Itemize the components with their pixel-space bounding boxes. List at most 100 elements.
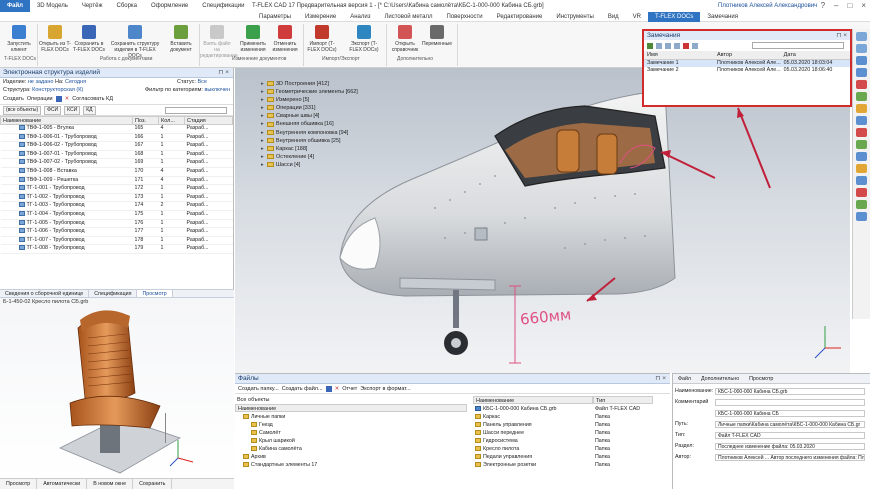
create-folder-button[interactable]: Создать папку... <box>238 386 279 392</box>
filter-icon[interactable] <box>674 42 680 49</box>
pin-icon[interactable]: ⊓ × <box>218 68 229 78</box>
settings-icon[interactable] <box>692 42 698 49</box>
close-button[interactable]: × <box>861 0 866 12</box>
grid-icon[interactable] <box>856 176 867 185</box>
insert-document-button[interactable]: Вставить документ <box>164 25 198 53</box>
table-row[interactable]: ТВФ-1-008 - Вставка 170 4 Разраб... <box>0 167 233 177</box>
menu-tab-tools[interactable]: Инструменты <box>549 12 600 22</box>
delete-icon[interactable]: ✕ <box>335 386 340 392</box>
open-from-docs-button[interactable]: Открыть из T-FLEX DOCs <box>38 25 72 53</box>
tab-preview[interactable]: Просмотр <box>137 290 173 297</box>
camera-icon[interactable] <box>856 152 867 161</box>
fsi-button[interactable]: ФСИ <box>44 105 62 115</box>
report-button[interactable]: Отчет <box>342 386 357 392</box>
menu-tab-remarks[interactable]: Замечания <box>700 12 745 22</box>
edit-remark-icon[interactable] <box>656 42 662 49</box>
measure-icon[interactable] <box>856 128 867 137</box>
pin-icon[interactable]: ⊓ × <box>836 31 847 40</box>
menu-tab-analysis[interactable]: Анализ <box>343 12 377 22</box>
pan-icon[interactable] <box>856 56 867 65</box>
files-tree-item[interactable]: Гнезд <box>237 421 317 429</box>
current-user[interactable]: Плотников Алексей Александрович <box>718 0 817 12</box>
launch-client-button[interactable]: Запустить клиент <box>2 25 36 53</box>
model-tree-item[interactable]: ▸ Измерено [5] <box>261 96 358 104</box>
3d-viewport[interactable]: ▸ 3D Построения [412] ▸ Геометрические элем… <box>235 68 850 373</box>
files-col-name[interactable]: Наименование <box>473 396 593 404</box>
col-remark-name[interactable]: Имя <box>644 51 714 60</box>
help-button[interactable]: ? <box>821 0 825 12</box>
maximize-button[interactable]: □ <box>847 0 852 12</box>
filter-value[interactable]: выключен <box>204 87 230 93</box>
file-list-item[interactable]: КБС-1-000-000 Кабина СБ.grb Файл T-FLEX C… <box>475 405 655 413</box>
model-tree-item[interactable]: ▸ Внешняя обшивка [16] <box>261 120 358 128</box>
save-to-docs-button[interactable]: Сохранить в T-FLEX DOCs <box>72 25 106 53</box>
files-tree-header[interactable]: Наименование <box>235 404 467 412</box>
table-row[interactable]: ТВФ-1-006-01 - Трубопровод 166 1 Разраб... <box>0 133 233 143</box>
menu-tab-specifications[interactable]: Спецификации <box>195 0 251 12</box>
material-icon[interactable] <box>856 104 867 113</box>
menu-tab-assembly[interactable]: Сборка <box>109 0 144 12</box>
delete-remark-icon[interactable] <box>683 42 689 49</box>
property-field[interactable]: Личные папки\Кабина самолёта\КБС-1-000-0… <box>715 421 865 428</box>
model-tree-item[interactable]: ▸ Геометрические элементы [662] <box>261 88 358 96</box>
tab-file[interactable]: Файл <box>673 376 696 382</box>
light-icon[interactable] <box>856 164 867 173</box>
table-row[interactable]: ТВФ-1-005 - Втулка 165 4 Разраб... <box>0 124 233 134</box>
shading-icon[interactable] <box>856 92 867 101</box>
files-tree-item[interactable]: Личные папки <box>237 413 317 421</box>
view-icon[interactable] <box>856 32 867 41</box>
menu-tab-tflex-docs[interactable]: T-FLEX DOCs <box>648 12 701 22</box>
explode-icon[interactable] <box>856 188 867 197</box>
menu-tab-editing[interactable]: Редактирование <box>490 12 550 22</box>
table-row[interactable]: ТГ-1-004 - Трубопровод 175 1 Разраб... <box>0 210 233 220</box>
export-format-button[interactable]: Экспорт в формат... <box>360 386 411 392</box>
col-remark-date[interactable]: Дата <box>780 51 850 60</box>
col-remark-author[interactable]: Автор <box>714 51 781 60</box>
checkout-file-button[interactable]: Взять файл на редактирование <box>200 25 238 59</box>
files-tree-item[interactable]: Крыл шарикой <box>237 437 317 445</box>
cancel-changes-button[interactable]: Отменить изменения <box>268 25 302 53</box>
model-tree-item[interactable]: ▸ Остекление [4] <box>261 153 358 161</box>
files-tree-item[interactable]: Кабина самолёта <box>237 445 317 453</box>
model-tree-item[interactable]: ▸ 3D Построения [412] <box>261 80 358 88</box>
files-tree-item[interactable]: Самолёт <box>237 429 317 437</box>
remark-row[interactable]: Замечание 2 Плотников Алексей Але... 05.03… <box>644 67 850 74</box>
menu-tab-parameters[interactable]: Параметры <box>252 12 298 22</box>
table-row[interactable]: ТГ-1-007 - Трубопровод 178 1 Разраб... <box>0 236 233 246</box>
col-pos[interactable]: Поз. <box>132 116 159 125</box>
export-docs-button[interactable]: Экспорт (T-FLEX DOCs) <box>347 25 381 53</box>
object-filter-select[interactable]: (все объекты) <box>3 105 42 115</box>
open-reference-button[interactable]: Открыть справочник <box>388 25 422 53</box>
create-file-button[interactable]: Создать файл... <box>282 386 323 392</box>
files-filter[interactable]: Все объекты <box>235 396 467 404</box>
file-list-item[interactable]: Каркас Папка <box>475 413 655 421</box>
apply-changes-button[interactable]: Применить изменения <box>236 25 270 53</box>
files-tree-item[interactable]: Стандартные элементы 17 <box>237 461 317 469</box>
table-row[interactable]: ТВФ-1-007-01 - Трубопровод 168 1 Разраб... <box>0 150 233 160</box>
file-list-item[interactable]: Панель управления Папка <box>475 421 655 429</box>
save-icon[interactable] <box>325 385 332 392</box>
files-tree-item[interactable]: Архив <box>237 453 317 461</box>
add-remark-icon[interactable] <box>647 42 653 49</box>
search-input[interactable] <box>165 106 227 114</box>
approve-kd-button[interactable]: Согласовать КД <box>72 96 113 102</box>
tab-assembly-info[interactable]: Сведения о сборочной единице <box>0 290 90 297</box>
table-row[interactable]: ТГ-1-008 - Трубопровод 179 1 Разраб... <box>0 244 233 254</box>
tab-props-preview[interactable]: Просмотр <box>744 376 778 382</box>
property-field[interactable]: КБС-1-000-000 Кабина СБ.grb <box>715 388 865 395</box>
status-value[interactable]: Все <box>197 79 206 85</box>
ksi-button[interactable]: КСИ <box>64 105 81 115</box>
date-value[interactable]: Сегодня <box>65 79 86 85</box>
menu-tab-file[interactable]: Файл <box>0 0 30 12</box>
table-row[interactable]: ТГ-1-001 - Трубопровод 172 1 Разраб... <box>0 184 233 194</box>
tab-additional[interactable]: Дополнительно <box>696 376 744 382</box>
file-list-item[interactable]: Электронные розетки Папка <box>475 461 655 469</box>
variables-button[interactable]: Переменные <box>420 25 454 47</box>
col-stage[interactable]: Стадия <box>184 116 233 125</box>
layers-icon[interactable] <box>856 140 867 149</box>
table-row[interactable]: ТВФ-1-009 - Решетка 171 4 Разраб... <box>0 176 233 186</box>
menu-tab-vr[interactable]: VR <box>626 12 648 22</box>
menu-tab-view[interactable]: Вид <box>601 12 626 22</box>
file-list-item[interactable]: Педали управления Папка <box>475 453 655 461</box>
menu-tab-drawing[interactable]: Чертёж <box>75 0 110 12</box>
